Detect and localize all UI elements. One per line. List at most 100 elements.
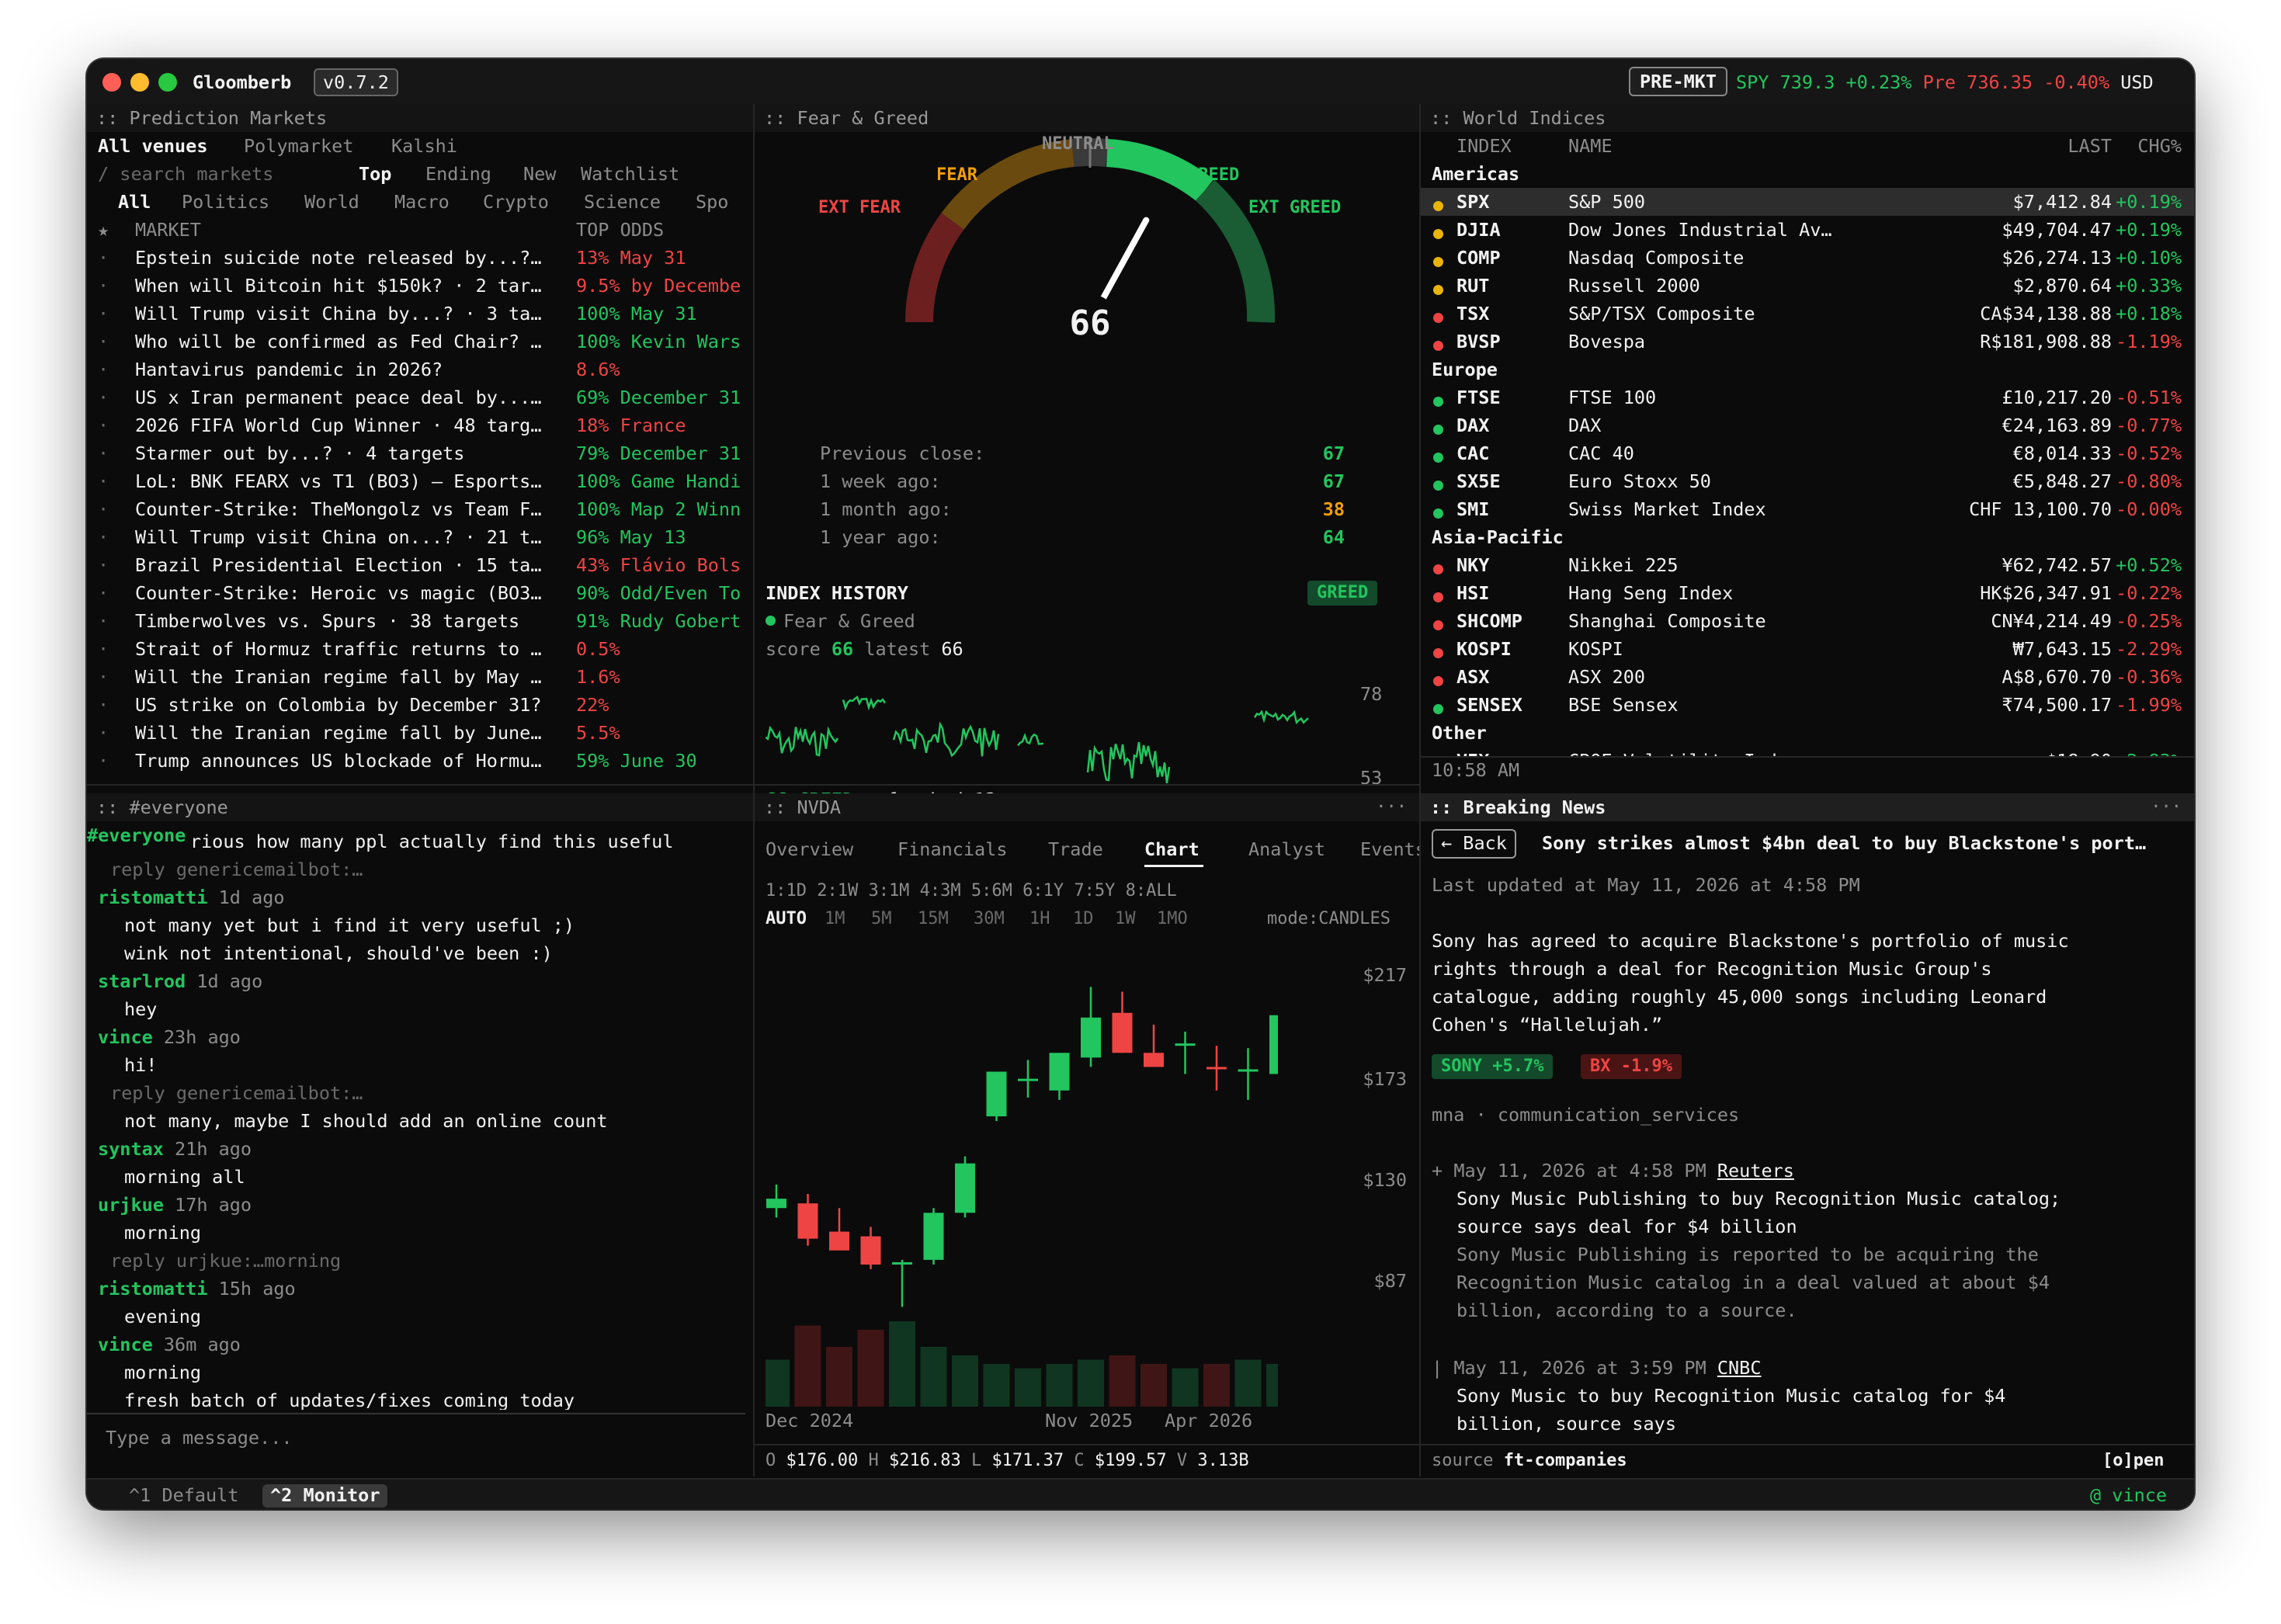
market-row[interactable]: · LoL: BNK FEARX vs T1 (BO3) – Esports… 10… xyxy=(87,467,753,495)
category-crypto[interactable]: Crypto xyxy=(483,188,549,216)
sort-ending[interactable]: Ending xyxy=(425,160,491,188)
category-world[interactable]: World xyxy=(304,188,359,216)
market-row[interactable]: · Epstein suicide note released by...?… 13… xyxy=(87,244,753,272)
index-row[interactable]: NKY Nikkei 225 ¥62,742.57 +0.52% xyxy=(1421,551,2194,579)
chat-username[interactable]: ristomatti xyxy=(98,887,207,908)
index-row[interactable]: SPX S&P 500 $7,412.84 +0.19% xyxy=(1421,188,2194,216)
market-row[interactable]: · Who will be confirmed as Fed Chair? … 10… xyxy=(87,328,753,356)
interval-5m[interactable]: 5M xyxy=(871,905,892,933)
market-row[interactable]: · Will the Iranian regime fall by June… 5.… xyxy=(87,719,753,747)
star-toggle[interactable]: · xyxy=(98,467,109,495)
star-toggle[interactable]: · xyxy=(98,439,109,467)
market-row[interactable]: · Will the Iranian regime fall by May … 1.… xyxy=(87,663,753,691)
market-row[interactable]: · Counter-Strike: TheMongolz vs Team F… 10… xyxy=(87,495,753,523)
candle-body[interactable] xyxy=(923,1213,944,1260)
index-row[interactable]: BVSP Bovespa R$181,908.88 -1.19% xyxy=(1421,328,2194,356)
candle-body[interactable] xyxy=(1018,1078,1038,1081)
sort-watchlist[interactable]: Watchlist xyxy=(581,160,679,188)
candle-body[interactable] xyxy=(955,1163,975,1213)
interval-auto[interactable]: AUTO xyxy=(766,905,807,933)
close-window-button[interactable] xyxy=(102,73,121,92)
star-toggle[interactable]: · xyxy=(98,719,109,747)
open-article-button[interactable]: [o]pen xyxy=(2102,1447,2164,1475)
interval-1m[interactable]: 1M xyxy=(825,905,845,933)
index-row[interactable]: SX5E Euro Stoxx 50 €5,848.27 -0.80% xyxy=(1421,467,2194,495)
message-input[interactable]: Type a message... xyxy=(106,1424,742,1452)
index-row[interactable]: DJIA Dow Jones Industrial Av… $49,704.47 +0… xyxy=(1421,216,2194,244)
cnbc-source-link[interactable]: CNBC xyxy=(1717,1357,1762,1379)
index-row[interactable]: SENSEX BSE Sensex ₹74,500.17 -1.99% xyxy=(1421,691,2194,719)
interval-1h[interactable]: 1H xyxy=(1029,905,1050,933)
search-markets-input[interactable]: / search markets xyxy=(98,160,273,188)
index-row[interactable]: RUT Russell 2000 $2,870.64 +0.33% xyxy=(1421,272,2194,300)
market-row[interactable]: · When will Bitcoin hit $150k? · 2 tar… 9.… xyxy=(87,272,753,300)
chat-username[interactable]: ristomatti xyxy=(98,1278,207,1300)
candle-body[interactable] xyxy=(892,1261,912,1265)
star-toggle[interactable]: · xyxy=(98,635,109,663)
interval-30m[interactable]: 30M xyxy=(974,905,1005,933)
candle-body[interactable] xyxy=(1269,1015,1278,1074)
tab-overview[interactable]: Overview xyxy=(766,835,853,863)
market-row[interactable]: · Hantavirus pandemic in 2026? 8.6% xyxy=(87,356,753,383)
star-toggle[interactable]: · xyxy=(98,356,109,383)
minimize-window-button[interactable] xyxy=(130,73,149,92)
candle-body[interactable] xyxy=(1144,1053,1164,1067)
market-row[interactable]: · Counter-Strike: Heroic vs magic (BO3… 90… xyxy=(87,579,753,607)
market-row[interactable]: · Strait of Hormuz traffic returns to … 0.… xyxy=(87,635,753,663)
reuters-source-link[interactable]: Reuters xyxy=(1717,1160,1794,1182)
index-row[interactable]: FTSE FTSE 100 £10,217.20 -0.51% xyxy=(1421,383,2194,411)
candle-body[interactable] xyxy=(860,1236,881,1265)
workspace-tab-default[interactable]: ^1 Default xyxy=(129,1481,238,1509)
star-toggle[interactable]: · xyxy=(98,411,109,439)
range-shortcuts[interactable]: 1:1D 2:1W 3:1M 4:3M 5:6M 6:1Y 7:5Y 8:ALL xyxy=(766,877,1177,905)
category-science[interactable]: Science xyxy=(584,188,661,216)
category-macro[interactable]: Macro xyxy=(394,188,450,216)
venue-polymarket[interactable]: Polymarket xyxy=(244,132,353,160)
candle-body[interactable] xyxy=(1081,1017,1101,1058)
sort-top[interactable]: Top xyxy=(359,160,391,188)
market-row[interactable]: · US strike on Colombia by December 31? 22… xyxy=(87,691,753,719)
market-row[interactable]: · Timberwolves vs. Spurs · 38 targets 91% … xyxy=(87,607,753,635)
star-toggle[interactable]: · xyxy=(98,551,109,579)
message-list[interactable]: i'm curious how many ppl actually find t… xyxy=(87,832,753,1410)
index-row[interactable]: SHCOMP Shanghai Composite CN¥4,214.49 -0.25… xyxy=(1421,607,2194,635)
candle-body[interactable] xyxy=(1238,1069,1259,1072)
interval-15m[interactable]: 15M xyxy=(918,905,949,933)
star-toggle[interactable]: · xyxy=(98,663,109,691)
interval-1w[interactable]: 1W xyxy=(1115,905,1136,933)
star-toggle[interactable]: · xyxy=(98,300,109,328)
market-row[interactable]: · Will Trump visit China on...? · 21 t… 96… xyxy=(87,523,753,551)
candle-body[interactable] xyxy=(766,1199,786,1209)
star-toggle[interactable]: · xyxy=(98,272,109,300)
price-chart[interactable] xyxy=(766,941,1278,1422)
tab-analyst[interactable]: Analyst xyxy=(1248,835,1325,863)
candle-body[interactable] xyxy=(986,1071,1007,1117)
star-toggle[interactable]: · xyxy=(98,523,109,551)
market-row[interactable]: · US x Iran permanent peace deal by...… 69… xyxy=(87,383,753,411)
star-toggle[interactable]: · xyxy=(98,328,109,356)
tab-financials[interactable]: Financials xyxy=(897,835,1007,863)
chat-reply-ref[interactable]: reply genericemailbot:… xyxy=(110,855,363,883)
index-row[interactable]: VIX CBOE Volatility Index $18.90+2.83% xyxy=(1421,747,2194,756)
index-row[interactable]: CAC CAC 40 €8,014.33 -0.52% xyxy=(1421,439,2194,467)
star-toggle[interactable]: · xyxy=(98,607,109,635)
market-row[interactable]: · Will Trump visit China by...? · 3 ta… 10… xyxy=(87,300,753,328)
back-button[interactable]: ← Back xyxy=(1432,829,1516,859)
chat-username[interactable]: vince xyxy=(98,1026,153,1048)
candle-body[interactable] xyxy=(829,1231,849,1251)
sony-ticker-tag[interactable]: SONY +5.7% xyxy=(1432,1054,1554,1079)
chat-username[interactable]: urjkue xyxy=(98,1194,164,1216)
candle-body[interactable] xyxy=(1049,1053,1070,1091)
maximize-window-button[interactable] xyxy=(158,73,177,92)
index-row[interactable]: TSX S&P/TSX Composite CA$34,138.88 +0.18% xyxy=(1421,300,2194,328)
index-row[interactable]: ASX ASX 200 A$8,670.70 -0.36% xyxy=(1421,663,2194,691)
market-row[interactable]: · Starmer out by...? · 4 targets 79% Decem… xyxy=(87,439,753,467)
tab-trade[interactable]: Trade xyxy=(1048,835,1103,863)
tab-events[interactable]: Events xyxy=(1360,835,1419,863)
bx-ticker-tag[interactable]: BX -1.9% xyxy=(1581,1054,1682,1079)
market-row[interactable]: · 2026 FIFA World Cup Winner · 48 targ… 18… xyxy=(87,411,753,439)
candle-body[interactable] xyxy=(1206,1067,1227,1070)
star-toggle[interactable]: · xyxy=(98,691,109,719)
chat-reply-ref[interactable]: reply urjkue:…morning xyxy=(110,1247,341,1275)
star-toggle[interactable]: · xyxy=(98,579,109,607)
